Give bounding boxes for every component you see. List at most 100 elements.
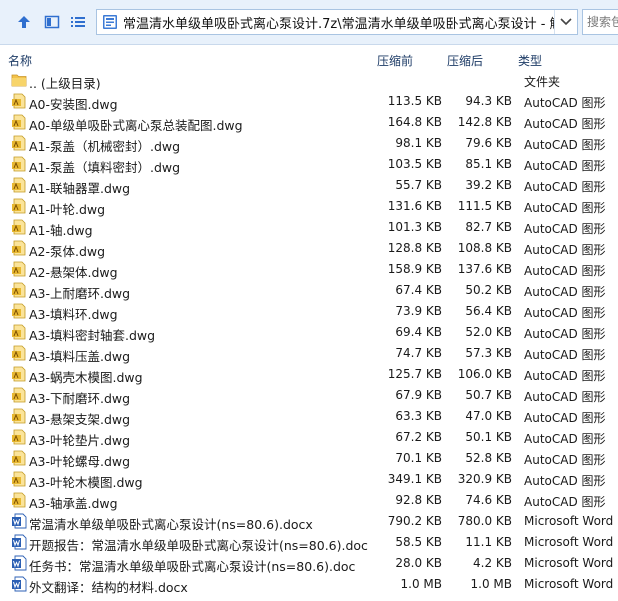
file-name: 常温清水单级单吸卧式离心泵设计(ns=80.6).docx bbox=[29, 517, 313, 532]
dwg-file-icon bbox=[11, 345, 27, 361]
dwg-file-icon bbox=[11, 429, 27, 445]
compressed-size: 67.2 KB bbox=[395, 430, 442, 444]
compressed-size: 103.5 KB bbox=[387, 157, 442, 171]
file-type: AutoCAD 图形 bbox=[524, 243, 606, 257]
table-row[interactable]: A1-泵盖（机械密封）.dwg 98.1 KB 79.6 KB AutoCAD 图形 bbox=[0, 133, 618, 154]
file-type: AutoCAD 图形 bbox=[524, 432, 606, 446]
actual-size: 50.7 KB bbox=[465, 388, 512, 402]
dwg-file-icon bbox=[11, 219, 27, 235]
actual-size: 47.0 KB bbox=[465, 409, 512, 423]
dwg-file-icon bbox=[11, 471, 27, 487]
table-row[interactable]: A3-填料密封轴套.dwg 69.4 KB 52.0 KB AutoCAD 图形 bbox=[0, 322, 618, 343]
column-actual[interactable]: 压缩后 bbox=[447, 52, 483, 69]
file-type: AutoCAD 图形 bbox=[524, 285, 606, 299]
file-name: .. (上级目录) bbox=[29, 76, 101, 91]
file-type: AutoCAD 图形 bbox=[524, 474, 606, 488]
table-row[interactable]: A3-填料环.dwg 73.9 KB 56.4 KB AutoCAD 图形 bbox=[0, 301, 618, 322]
dwg-file-icon bbox=[11, 387, 27, 403]
file-name: A3-填料压盖.dwg bbox=[29, 349, 131, 364]
table-row[interactable]: A0-单级单吸卧式离心泵总装配图.dwg 164.8 KB 142.8 KB Auto… bbox=[0, 112, 618, 133]
file-name: A3-叶轮垫片.dwg bbox=[29, 433, 131, 448]
table-row[interactable]: 常温清水单级单吸卧式离心泵设计(ns=80.6).docx 790.2 KB 780… bbox=[0, 511, 618, 532]
compressed-size: 28.0 KB bbox=[395, 556, 442, 570]
word-file-icon bbox=[11, 576, 27, 592]
actual-size: 82.7 KB bbox=[465, 220, 512, 234]
view-panel-icon[interactable] bbox=[42, 12, 62, 32]
file-type: AutoCAD 图形 bbox=[524, 96, 606, 110]
dwg-file-icon bbox=[11, 177, 27, 193]
actual-size: 137.6 KB bbox=[457, 262, 512, 276]
table-row[interactable]: A0-安装图.dwg 113.5 KB 94.3 KB AutoCAD 图形 bbox=[0, 91, 618, 112]
file-type: AutoCAD 图形 bbox=[524, 222, 606, 236]
table-row[interactable]: A3-填料压盖.dwg 74.7 KB 57.3 KB AutoCAD 图形 bbox=[0, 343, 618, 364]
file-type: Microsoft Word bbox=[524, 535, 614, 549]
file-name: A3-上耐磨环.dwg bbox=[29, 286, 131, 301]
table-row[interactable]: A3-轴承盖.dwg 92.8 KB 74.6 KB AutoCAD 图形 bbox=[0, 490, 618, 511]
compressed-size: 101.3 KB bbox=[387, 220, 442, 234]
actual-size: 57.3 KB bbox=[465, 346, 512, 360]
word-file-icon bbox=[11, 555, 27, 571]
file-type: AutoCAD 图形 bbox=[524, 159, 606, 173]
file-type: AutoCAD 图形 bbox=[524, 453, 606, 467]
file-list: .. (上级目录) 文件夹 A0-安装图.dwg 113.5 KB 94.3 KB Aut… bbox=[0, 70, 618, 595]
file-type: AutoCAD 图形 bbox=[524, 348, 606, 362]
file-type: Microsoft Word bbox=[524, 556, 614, 570]
table-row[interactable]: A1-泵盖（填料密封）.dwg 103.5 KB 85.1 KB AutoCAD 图形 bbox=[0, 154, 618, 175]
table-row[interactable]: 开题报告：常温清水单级单吸卧式离心泵设计(ns=80.6).doc 58.5 KB… bbox=[0, 532, 618, 553]
dwg-file-icon bbox=[11, 198, 27, 214]
table-row[interactable]: A3-下耐磨环.dwg 67.9 KB 50.7 KB AutoCAD 图形 bbox=[0, 385, 618, 406]
table-row[interactable]: A1-轴.dwg 101.3 KB 82.7 KB AutoCAD 图形 bbox=[0, 217, 618, 238]
file-name: 任务书：常温清水单级单吸卧式离心泵设计(ns=80.6).doc bbox=[29, 559, 356, 574]
file-name: A3-轴承盖.dwg bbox=[29, 496, 118, 511]
table-row[interactable]: A3-叶轮木模图.dwg 349.1 KB 320.9 KB AutoCAD 图形 bbox=[0, 469, 618, 490]
file-type: Microsoft Word bbox=[524, 514, 614, 528]
file-name: A0-单级单吸卧式离心泵总装配图.dwg bbox=[29, 118, 243, 133]
actual-size: 106.0 KB bbox=[457, 367, 512, 381]
table-row[interactable]: A1-联轴器罩.dwg 55.7 KB 39.2 KB AutoCAD 图形 bbox=[0, 175, 618, 196]
table-row[interactable]: .. (上级目录) 文件夹 bbox=[0, 70, 618, 91]
file-name: A3-蜗壳木模图.dwg bbox=[29, 370, 143, 385]
up-arrow-icon[interactable] bbox=[14, 12, 34, 32]
chevron-down-icon[interactable] bbox=[554, 10, 577, 34]
compressed-size: 55.7 KB bbox=[395, 178, 442, 192]
column-name[interactable]: 名称 bbox=[8, 52, 32, 69]
table-row[interactable]: A3-蜗壳木模图.dwg 125.7 KB 106.0 KB AutoCAD 图形 bbox=[0, 364, 618, 385]
actual-size: 1.0 MB bbox=[470, 577, 512, 591]
address-bar[interactable]: 常温清水单级单吸卧式离心泵设计.7z\常温清水单级单吸卧式离心泵设计 - 解包大 bbox=[96, 9, 578, 35]
actual-size: 79.6 KB bbox=[465, 136, 512, 150]
actual-size: 11.1 KB bbox=[465, 535, 512, 549]
table-row[interactable]: A3-叶轮垫片.dwg 67.2 KB 50.1 KB AutoCAD 图形 bbox=[0, 427, 618, 448]
compressed-size: 349.1 KB bbox=[387, 472, 442, 486]
file-type: AutoCAD 图形 bbox=[524, 201, 606, 215]
table-row[interactable]: 外文翻译：结构的材料.docx 1.0 MB 1.0 MB Microsoft Wor… bbox=[0, 574, 618, 595]
table-row[interactable]: A2-泵体.dwg 128.8 KB 108.8 KB AutoCAD 图形 bbox=[0, 238, 618, 259]
file-type: AutoCAD 图形 bbox=[524, 117, 606, 131]
actual-size: 320.9 KB bbox=[457, 472, 512, 486]
search-input[interactable]: 搜索包 bbox=[582, 9, 618, 35]
table-row[interactable]: A3-上耐磨环.dwg 67.4 KB 50.2 KB AutoCAD 图形 bbox=[0, 280, 618, 301]
file-type: AutoCAD 图形 bbox=[524, 369, 606, 383]
word-file-icon bbox=[11, 534, 27, 550]
compressed-size: 67.9 KB bbox=[395, 388, 442, 402]
compressed-size: 128.8 KB bbox=[387, 241, 442, 255]
file-name: A0-安装图.dwg bbox=[29, 97, 118, 112]
table-row[interactable]: 任务书：常温清水单级单吸卧式离心泵设计(ns=80.6).doc 28.0 KB 4… bbox=[0, 553, 618, 574]
dwg-file-icon bbox=[11, 408, 27, 424]
actual-size: 50.1 KB bbox=[465, 430, 512, 444]
actual-size: 780.0 KB bbox=[457, 514, 512, 528]
compressed-size: 1.0 MB bbox=[400, 577, 442, 591]
table-row[interactable]: A2-悬架体.dwg 158.9 KB 137.6 KB AutoCAD 图形 bbox=[0, 259, 618, 280]
column-compressed[interactable]: 压缩前 bbox=[377, 52, 413, 69]
column-type[interactable]: 类型 bbox=[518, 52, 542, 69]
actual-size: 39.2 KB bbox=[465, 178, 512, 192]
list-view-icon[interactable] bbox=[68, 12, 88, 32]
toolbar: 常温清水单级单吸卧式离心泵设计.7z\常温清水单级单吸卧式离心泵设计 - 解包大… bbox=[0, 0, 618, 45]
actual-size: 50.2 KB bbox=[465, 283, 512, 297]
table-row[interactable]: A3-悬架支架.dwg 63.3 KB 47.0 KB AutoCAD 图形 bbox=[0, 406, 618, 427]
table-row[interactable]: A1-叶轮.dwg 131.6 KB 111.5 KB AutoCAD 图形 bbox=[0, 196, 618, 217]
file-type: AutoCAD 图形 bbox=[524, 264, 606, 278]
dwg-file-icon bbox=[11, 261, 27, 277]
table-row[interactable]: A3-叶轮螺母.dwg 70.1 KB 52.8 KB AutoCAD 图形 bbox=[0, 448, 618, 469]
file-type: AutoCAD 图形 bbox=[524, 138, 606, 152]
dwg-file-icon bbox=[11, 366, 27, 382]
